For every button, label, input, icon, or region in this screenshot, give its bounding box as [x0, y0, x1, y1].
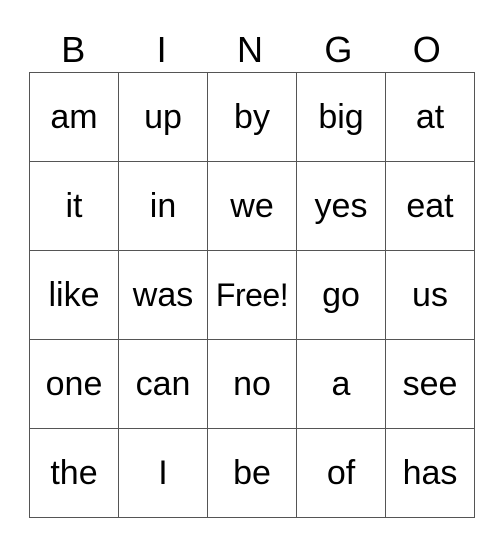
header-letter-o: O [412, 29, 441, 70]
card-row: like was Free! go us [29, 250, 475, 340]
free-space-cell[interactable]: Free! [207, 250, 297, 340]
bingo-card: am up by big at it in we yes eat like wa… [29, 72, 475, 518]
header-letter-n: N [236, 29, 263, 70]
card-cell[interactable]: be [207, 428, 297, 518]
card-cell[interactable]: has [385, 428, 475, 518]
card-cell[interactable]: I [118, 428, 208, 518]
card-row: it in we yes eat [29, 161, 475, 251]
card-row: am up by big at [29, 72, 475, 162]
card-cell[interactable]: a [296, 339, 386, 429]
card-cell[interactable]: in [118, 161, 208, 251]
card-row: the I be of has [29, 428, 475, 518]
card-row: one can no a see [29, 339, 475, 429]
card-cell[interactable]: it [29, 161, 119, 251]
card-cell[interactable]: up [118, 72, 208, 162]
card-cell[interactable]: we [207, 161, 297, 251]
card-cell[interactable]: of [296, 428, 386, 518]
card-cell[interactable]: see [385, 339, 475, 429]
card-cell[interactable]: am [29, 72, 119, 162]
header-letter-i: I [156, 29, 167, 70]
card-cell[interactable]: yes [296, 161, 386, 251]
card-cell[interactable]: like [29, 250, 119, 340]
card-cell[interactable]: at [385, 72, 475, 162]
card-cell[interactable]: eat [385, 161, 475, 251]
card-cell[interactable]: the [29, 428, 119, 518]
card-cell[interactable]: go [296, 250, 386, 340]
header-letter-b: B [61, 29, 86, 70]
card-cell[interactable]: can [118, 339, 208, 429]
card-cell[interactable]: by [207, 72, 297, 162]
card-cell[interactable]: us [385, 250, 475, 340]
card-cell[interactable]: big [296, 72, 386, 162]
header-letter-g: G [324, 29, 353, 70]
card-cell[interactable]: was [118, 250, 208, 340]
card-cell[interactable]: one [29, 339, 119, 429]
bingo-header: B I N G O [29, 28, 471, 72]
card-cell[interactable]: no [207, 339, 297, 429]
